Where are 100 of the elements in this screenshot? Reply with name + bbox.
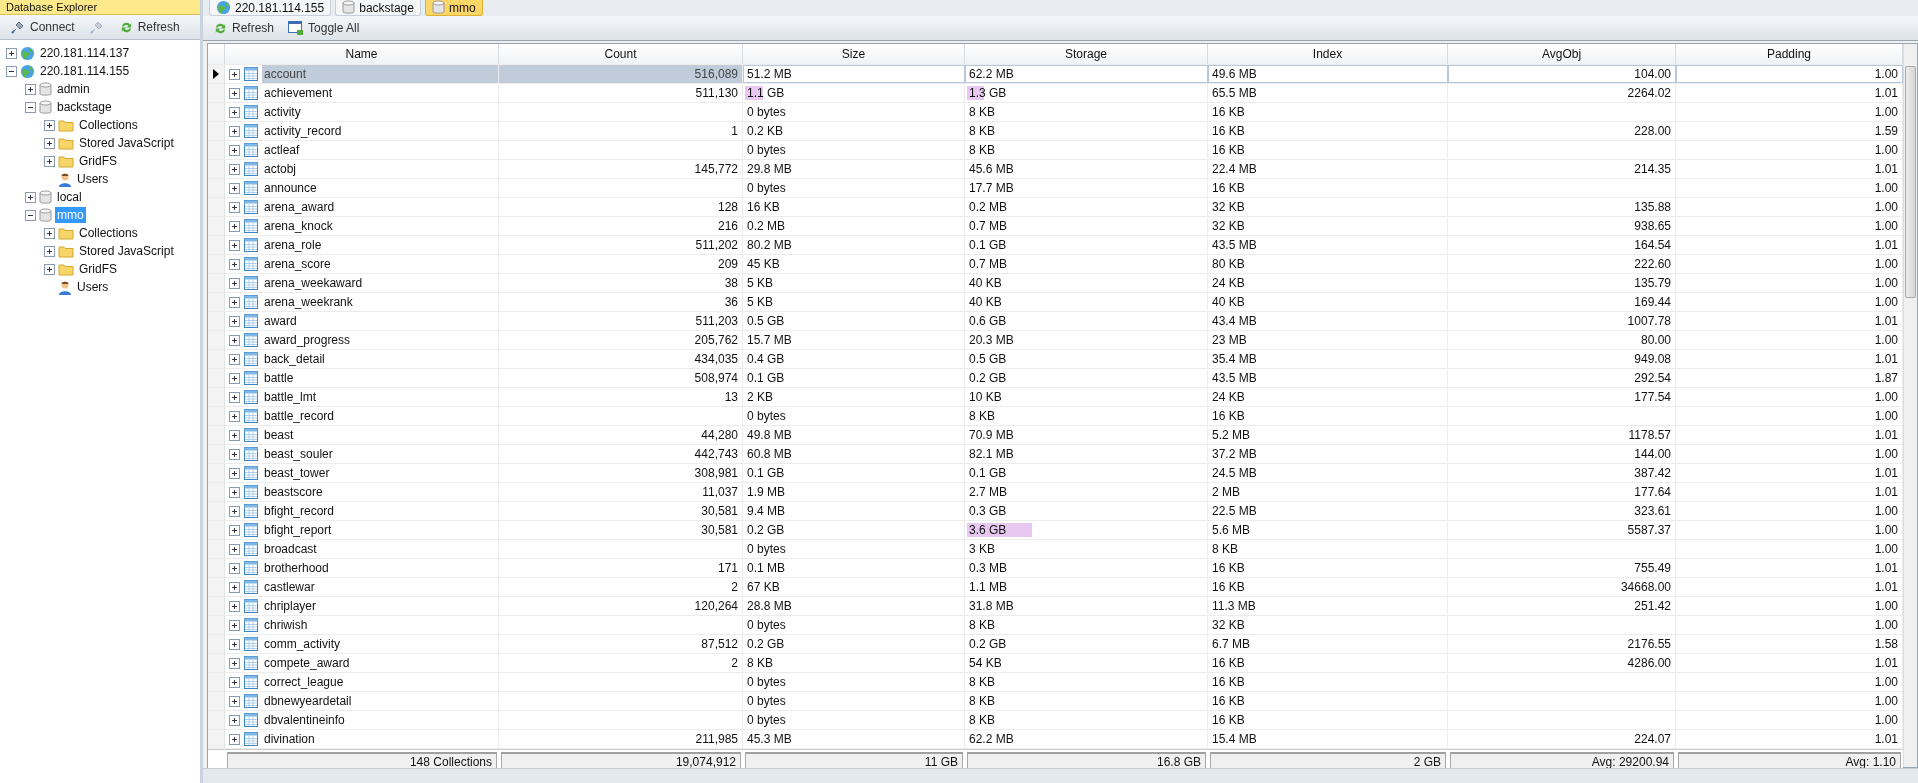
- expand-icon[interactable]: [229, 486, 240, 498]
- collection-name[interactable]: arena_weekrank: [262, 293, 498, 311]
- scrollbar[interactable]: [1903, 44, 1917, 767]
- toolbar-button[interactable]: Toggle All: [282, 18, 366, 38]
- expand-icon[interactable]: [229, 676, 240, 688]
- collapse-icon[interactable]: [25, 101, 36, 113]
- tab[interactable]: mmo: [424, 0, 483, 16]
- expand-icon[interactable]: [229, 239, 240, 251]
- collection-name[interactable]: back_detail: [262, 350, 498, 368]
- expand-icon[interactable]: [229, 467, 240, 479]
- expand-icon[interactable]: [44, 245, 55, 257]
- tab[interactable]: backstage: [335, 0, 421, 16]
- column-header[interactable]: Padding: [1676, 44, 1903, 64]
- tree-item[interactable]: Collections: [77, 117, 140, 133]
- expand-icon[interactable]: [229, 429, 240, 441]
- collection-name[interactable]: brotherhood: [262, 559, 498, 577]
- expand-icon[interactable]: [229, 334, 240, 346]
- tab[interactable]: 220.181.114.155: [209, 0, 332, 16]
- expand-icon[interactable]: [229, 125, 240, 137]
- column-header[interactable]: Index: [1208, 44, 1448, 64]
- expand-icon[interactable]: [229, 68, 240, 80]
- toolbar-button[interactable]: Connect: [4, 17, 81, 37]
- column-header[interactable]: Name: [225, 44, 499, 64]
- collection-name[interactable]: award: [262, 312, 498, 330]
- expand-icon[interactable]: [229, 448, 240, 460]
- collection-name[interactable]: actobj: [262, 160, 498, 178]
- expand-icon[interactable]: [229, 163, 240, 175]
- collapse-icon[interactable]: [6, 65, 17, 77]
- column-header[interactable]: AvgObj: [1448, 44, 1676, 64]
- column-header[interactable]: Storage: [965, 44, 1208, 64]
- expand-icon[interactable]: [44, 119, 55, 131]
- toolbar-button[interactable]: Refresh: [112, 17, 186, 37]
- expand-icon[interactable]: [44, 227, 55, 239]
- tree-item[interactable]: 220.181.114.137: [38, 45, 132, 61]
- expand-icon[interactable]: [44, 155, 55, 167]
- collection-name[interactable]: battle_record: [262, 407, 498, 425]
- tree-item[interactable]: local: [55, 189, 84, 205]
- expand-icon[interactable]: [44, 137, 55, 149]
- collection-name[interactable]: account: [262, 65, 498, 83]
- expand-icon[interactable]: [229, 695, 240, 707]
- expand-icon[interactable]: [25, 83, 36, 95]
- collection-name[interactable]: broadcast: [262, 540, 498, 558]
- collapse-icon[interactable]: [25, 209, 36, 221]
- expand-icon[interactable]: [229, 315, 240, 327]
- collection-name[interactable]: compete_award: [262, 654, 498, 672]
- expand-icon[interactable]: [229, 562, 240, 574]
- column-header[interactable]: Count: [499, 44, 743, 64]
- tree-item[interactable]: Users: [75, 279, 111, 295]
- expand-icon[interactable]: [229, 296, 240, 308]
- collection-name[interactable]: arena_knock: [262, 217, 498, 235]
- expand-icon[interactable]: [229, 144, 240, 156]
- expand-icon[interactable]: [229, 410, 240, 422]
- tree-item[interactable]: admin: [55, 81, 92, 97]
- collection-name[interactable]: chriplayer: [262, 597, 498, 615]
- expand-icon[interactable]: [229, 201, 240, 213]
- collection-name[interactable]: comm_activity: [262, 635, 498, 653]
- tree-item[interactable]: Stored JavaScript: [77, 135, 176, 151]
- expand-icon[interactable]: [229, 714, 240, 726]
- expand-icon[interactable]: [229, 391, 240, 403]
- expand-icon[interactable]: [25, 191, 36, 203]
- expand-icon[interactable]: [229, 638, 240, 650]
- expand-icon[interactable]: [229, 619, 240, 631]
- expand-icon[interactable]: [229, 106, 240, 118]
- expand-icon[interactable]: [229, 581, 240, 593]
- collection-name[interactable]: arena_award: [262, 198, 498, 216]
- collection-name[interactable]: arena_weekaward: [262, 274, 498, 292]
- expand-icon[interactable]: [229, 87, 240, 99]
- expand-icon[interactable]: [229, 600, 240, 612]
- collection-name[interactable]: dbvalentineinfo: [262, 711, 498, 729]
- expand-icon[interactable]: [229, 220, 240, 232]
- collection-name[interactable]: correct_league: [262, 673, 498, 691]
- collection-name[interactable]: actleaf: [262, 141, 498, 159]
- tree-item[interactable]: GridFS: [77, 261, 119, 277]
- expand-icon[interactable]: [229, 505, 240, 517]
- expand-icon[interactable]: [229, 524, 240, 536]
- tree-item[interactable]: Collections: [77, 225, 140, 241]
- collection-name[interactable]: battle_lmt: [262, 388, 498, 406]
- expand-icon[interactable]: [229, 657, 240, 669]
- tree-item[interactable]: GridFS: [77, 153, 119, 169]
- collection-name[interactable]: announce: [262, 179, 498, 197]
- collection-name[interactable]: beast: [262, 426, 498, 444]
- toolbar-button[interactable]: Refresh: [207, 18, 281, 38]
- expand-icon[interactable]: [229, 543, 240, 555]
- collection-name[interactable]: divination: [262, 730, 498, 748]
- tree-item[interactable]: backstage: [55, 99, 114, 115]
- collection-name[interactable]: castlewar: [262, 578, 498, 596]
- collection-name[interactable]: activity_record: [262, 122, 498, 140]
- collection-name[interactable]: achievement: [262, 84, 498, 102]
- collection-name[interactable]: bfight_record: [262, 502, 498, 520]
- tree-item[interactable]: Users: [75, 171, 111, 187]
- expand-icon[interactable]: [229, 733, 240, 745]
- tree-item[interactable]: 220.181.114.155: [38, 63, 132, 79]
- expand-icon[interactable]: [6, 47, 17, 59]
- column-header[interactable]: Size: [743, 44, 965, 64]
- tree-item[interactable]: Stored JavaScript: [77, 243, 176, 259]
- expand-icon[interactable]: [229, 353, 240, 365]
- collection-name[interactable]: beastscore: [262, 483, 498, 501]
- expand-icon[interactable]: [44, 263, 55, 275]
- collection-name[interactable]: award_progress: [262, 331, 498, 349]
- collection-name[interactable]: beast_tower: [262, 464, 498, 482]
